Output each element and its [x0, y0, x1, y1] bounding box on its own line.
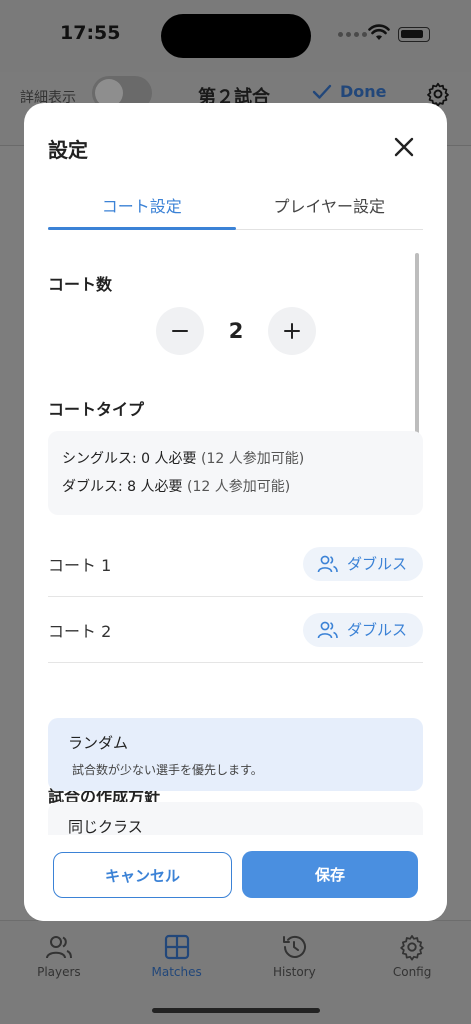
cellular-signal-icon	[338, 32, 367, 37]
tab-label: History	[273, 965, 316, 979]
settings-scroll-area[interactable]: コート数 2 コートタイプ シングルス: 0 人必要 (12 人参加可能) ダブ…	[24, 231, 447, 835]
done-button[interactable]: Done	[312, 82, 387, 101]
court-label: コート 2	[48, 621, 112, 641]
court-count-stepper: 2	[156, 306, 316, 356]
court-row-1: コート 1 ダブルス	[48, 531, 423, 597]
court-type-summary: シングルス: 0 人必要 (12 人参加可能) ダブルス: 8 人必要 (12 …	[48, 431, 423, 515]
decrement-button[interactable]	[156, 307, 204, 355]
tab-court-settings[interactable]: コート設定	[48, 179, 236, 230]
tab-player-settings[interactable]: プレイヤー設定	[236, 179, 424, 229]
tab-players[interactable]: Players	[0, 921, 118, 1024]
dynamic-island	[161, 14, 311, 58]
players-icon	[45, 936, 72, 959]
settings-modal: 設定 コート設定 プレイヤー設定 コート数 2 コートタイプ シングルス: 0 …	[24, 103, 447, 921]
history-icon	[283, 935, 307, 958]
policy-heading: 試合の作成方針	[48, 787, 161, 806]
court-type-label: ダブルス	[346, 621, 407, 639]
doubles-summary: ダブルス: 8 人必要 (12 人参加可能)	[62, 473, 409, 501]
doubles-players-icon	[317, 555, 338, 572]
matches-icon	[164, 934, 189, 960]
court-count-heading: コート数	[48, 275, 113, 294]
minus-icon	[172, 330, 188, 332]
cancel-button[interactable]: キャンセル	[53, 852, 232, 898]
tab-config[interactable]: Config	[353, 921, 471, 1024]
singles-available: (12 人参加可能)	[200, 451, 305, 467]
court-type-heading: コートタイプ	[48, 400, 145, 419]
gear-icon	[400, 935, 424, 961]
home-indicator	[152, 1008, 320, 1013]
status-time: 17:55	[60, 22, 121, 44]
court-1-type-button[interactable]: ダブルス	[302, 546, 423, 581]
singles-summary: シングルス: 0 人必要 (12 人参加可能)	[62, 445, 409, 473]
plus-icon	[284, 323, 300, 339]
doubles-players-icon	[317, 621, 338, 638]
status-bar: 17:55	[0, 0, 471, 72]
court-count-value: 2	[228, 319, 244, 343]
modal-footer: キャンセル 保存	[24, 835, 447, 921]
increment-button[interactable]	[268, 307, 316, 355]
done-label: Done	[340, 82, 387, 101]
battery-icon	[398, 27, 430, 42]
save-button[interactable]: 保存	[242, 851, 418, 898]
wifi-icon	[368, 24, 390, 40]
court-2-type-button[interactable]: ダブルス	[302, 612, 423, 647]
doubles-available: (12 人参加可能)	[186, 479, 291, 495]
court-label: コート 1	[48, 555, 112, 575]
court-type-label: ダブルス	[346, 555, 407, 573]
tab-label: Players	[37, 965, 81, 979]
doubles-required: ダブルス: 8 人必要	[62, 479, 183, 495]
checkmark-icon	[312, 84, 332, 99]
close-icon[interactable]	[390, 133, 418, 161]
court-row-2: コート 2 ダブルス	[48, 597, 423, 663]
tab-label: Config	[392, 965, 432, 979]
settings-tabs: コート設定 プレイヤー設定	[48, 179, 423, 230]
tab-label: Matches	[151, 965, 202, 979]
modal-title: 設定	[48, 138, 88, 162]
singles-required: シングルス: 0 人必要	[62, 451, 197, 467]
